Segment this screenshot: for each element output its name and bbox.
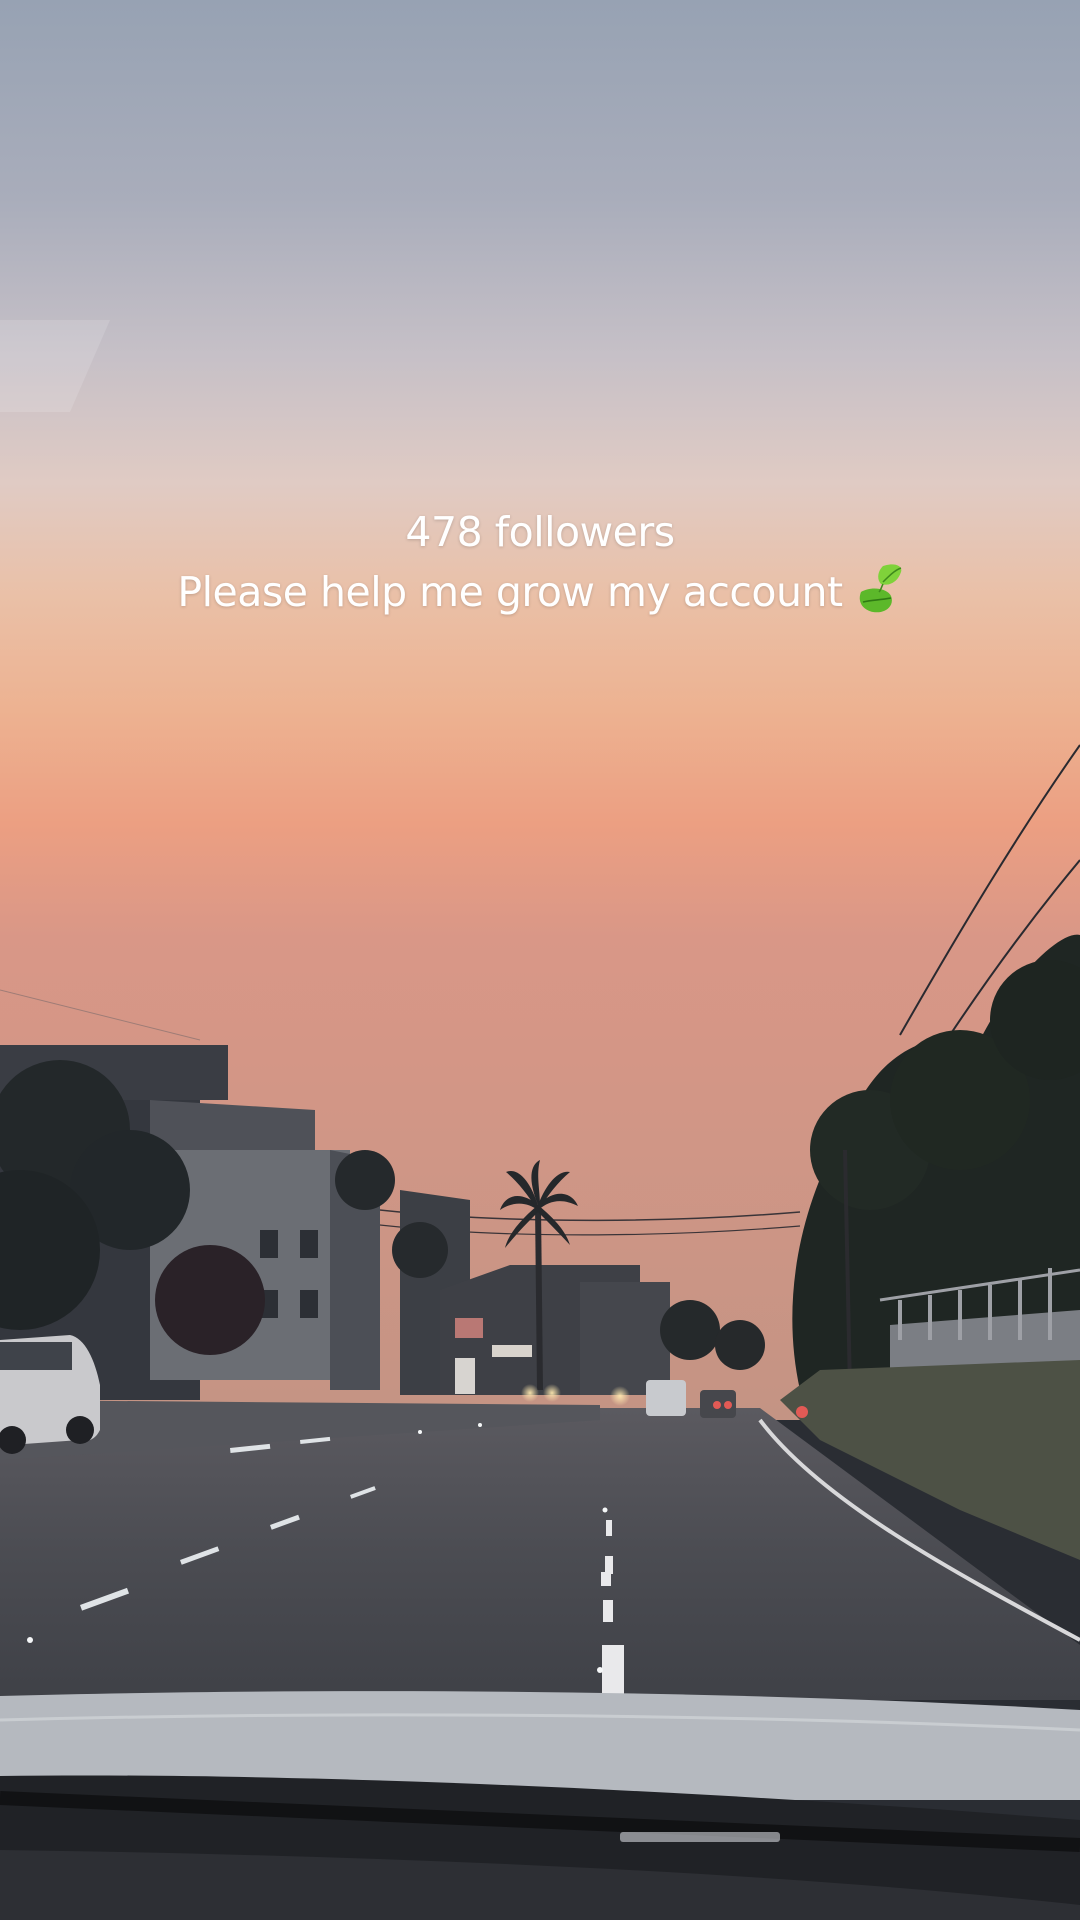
caption-message-text: Please help me grow my account: [177, 568, 843, 616]
caption-message-line: Please help me grow my account: [0, 562, 1080, 622]
background-photo: [0, 0, 1080, 1920]
story-viewer[interactable]: 478 followers Please help me grow my acc…: [0, 0, 1080, 1920]
story-caption: 478 followers Please help me grow my acc…: [0, 502, 1080, 622]
leaf-icon: [859, 564, 901, 613]
followers-count-text: 478 followers: [405, 508, 675, 556]
